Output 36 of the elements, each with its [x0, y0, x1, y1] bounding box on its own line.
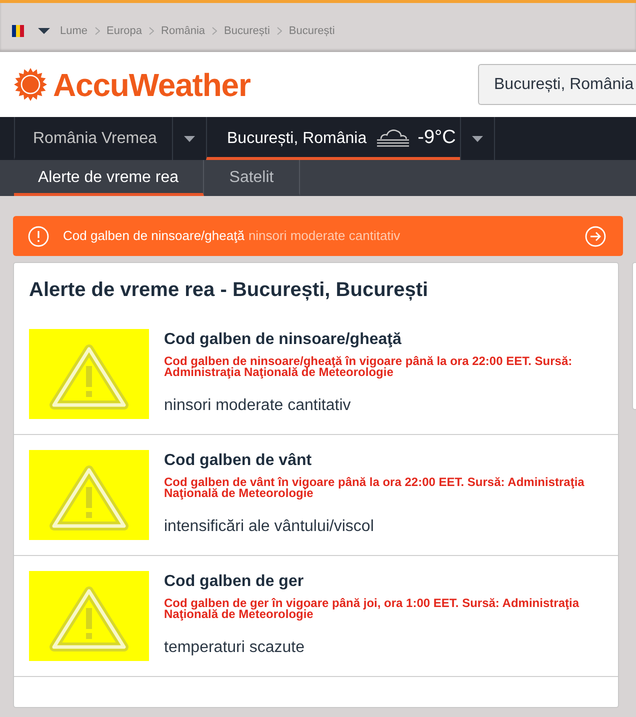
subnav-tab[interactable]: Satelit [204, 160, 300, 196]
breadcrumb-link[interactable]: București [224, 22, 270, 40]
logo-text: AccuWeather [53, 66, 250, 102]
alert-description: temperaturi scazute [164, 638, 306, 658]
search-field[interactable]: București, România [478, 64, 636, 105]
chevron-icon [276, 27, 282, 35]
caret-icon [472, 136, 483, 142]
chevron-icon [149, 27, 154, 35]
panel-title: Alerte de vreme rea - București, București [28, 278, 430, 303]
subnav-tab[interactable]: Alerte de vreme rea [14, 160, 204, 196]
sun-icon [14, 68, 47, 101]
alert-description: intensificări ale vântului/viscol [164, 517, 375, 537]
alert-notice: Cod galben de ger în vigoare până joi, ora 1:00 EET. Sursă: Administraţia Naţională de Meteorologie [164, 598, 580, 620]
alert-title: Cod galben de vânt [164, 451, 313, 471]
banner-title: Cod galben de ninsoare/gheaţă [63, 227, 244, 246]
chevron-icon [212, 27, 218, 35]
breadcrumb-link[interactable]: Europa [106, 22, 142, 40]
temperature-label: -9°C [418, 126, 456, 150]
caret-icon [184, 136, 195, 142]
alert-title: Cod galben de ger [164, 572, 305, 592]
caret-icon [38, 28, 50, 34]
chevron-icon [94, 27, 100, 35]
alert-title: Cod galben de ninsoare/gheaţă [164, 330, 402, 350]
breadcrumb-link[interactable]: România [161, 22, 206, 40]
language-button[interactable] [12, 25, 50, 37]
alert-banner[interactable]: Cod galben de ninsoare/gheaţă ninsori moderate cantitativ [13, 216, 623, 256]
alert-description: ninsori moderate cantitativ [164, 396, 352, 416]
breadcrumb-link[interactable]: București [288, 22, 335, 40]
fog-icon [376, 129, 410, 148]
banner-detail: ninsori moderate cantitativ [248, 227, 400, 246]
breadcrumb-link[interactable]: Lume [60, 22, 88, 40]
arrow-right-icon[interactable] [585, 226, 606, 246]
flag-icon [12, 25, 24, 37]
alert-notice: Cod galben de ninsoare/gheaţă în vigoare până la ora 22:00 EET. Sursă: Administraţia Naţională de Meteorologie [164, 356, 574, 378]
exclamation-circle-icon [28, 226, 49, 246]
alert-notice: Cod galben de vânt în vigoare până la ora 22:00 EET. Sursă: Administraţia Naţională de Meteorologie [164, 477, 586, 499]
